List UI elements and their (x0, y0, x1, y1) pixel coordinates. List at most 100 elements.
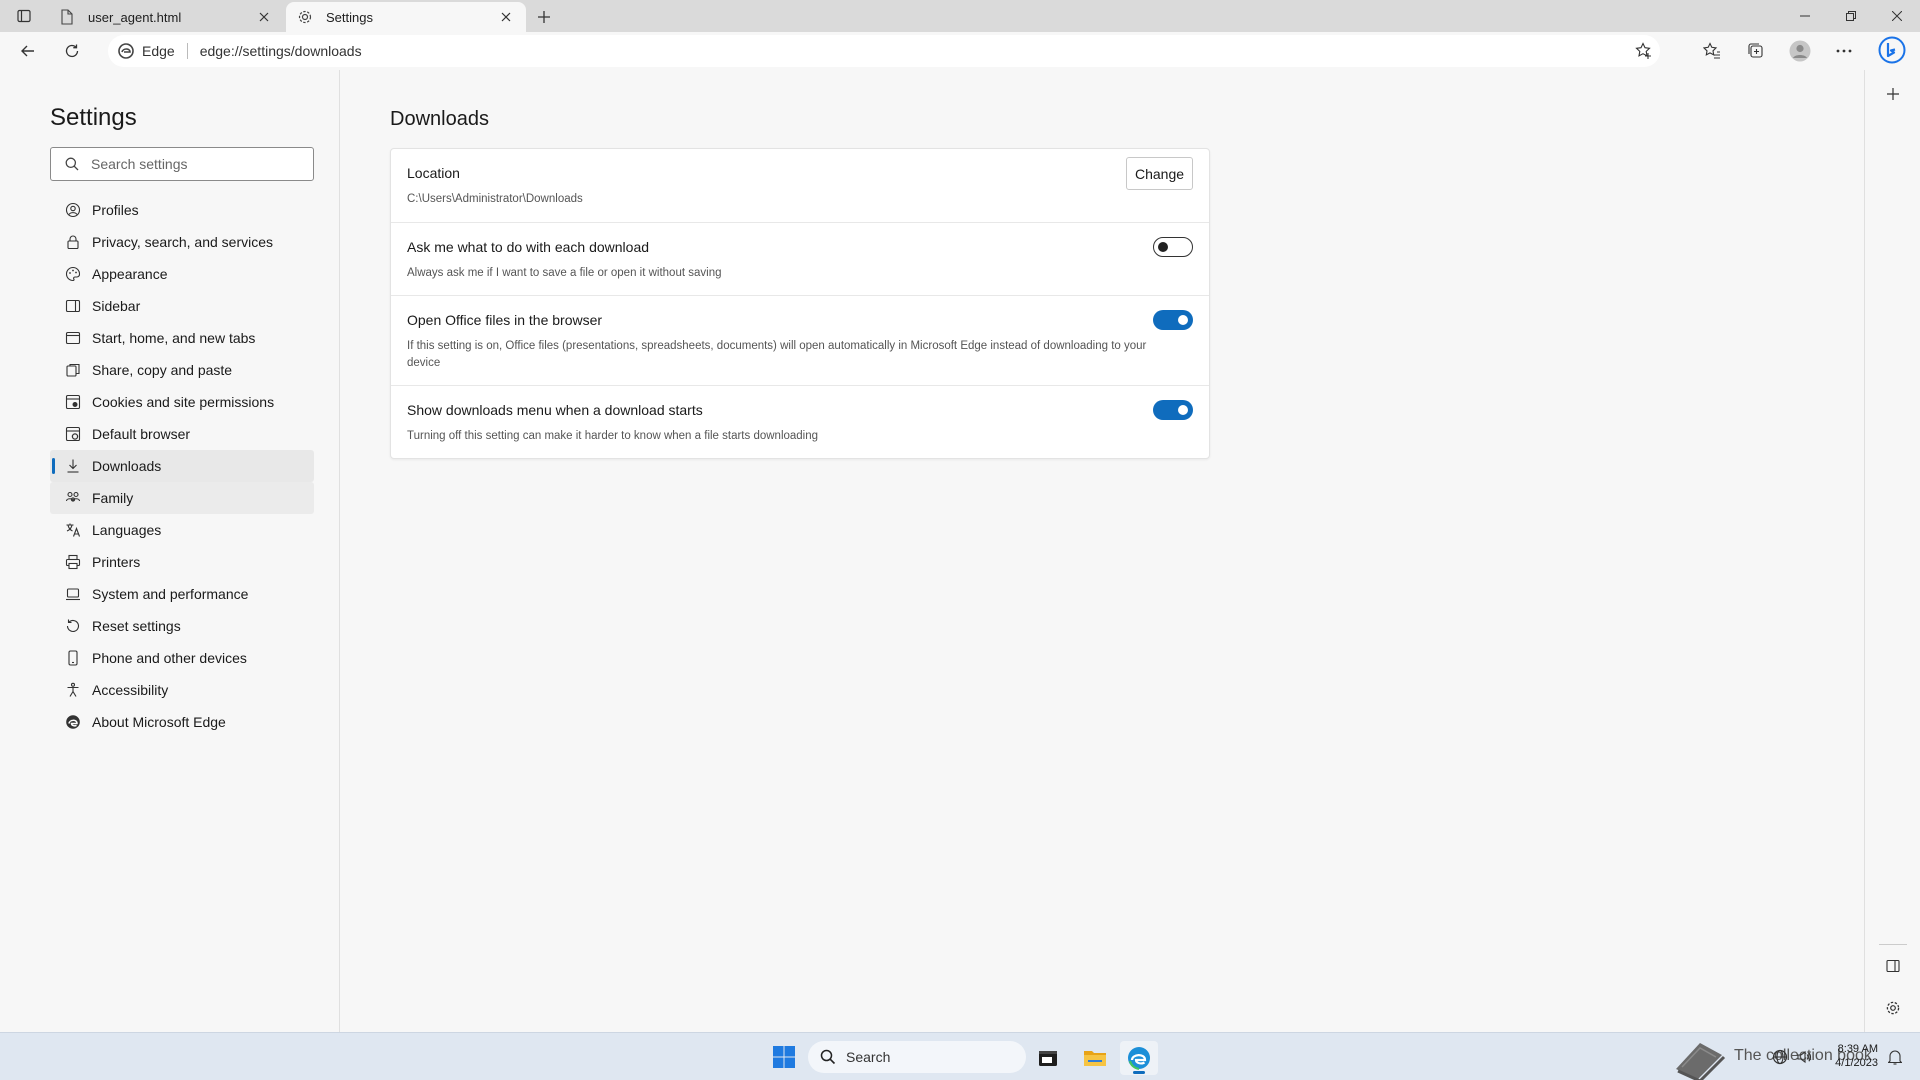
sidebar-item-share[interactable]: Share, copy and paste (50, 354, 314, 386)
site-info-chip[interactable]: Edge (118, 43, 175, 59)
hide-sidebar-button[interactable] (1877, 950, 1909, 982)
close-window-button[interactable] (1874, 0, 1920, 32)
start-button[interactable] (768, 1041, 800, 1073)
windows-taskbar: Search The collection book 8:39 AM 4/1/2… (0, 1032, 1920, 1080)
browser-toolbar: Edge edge://settings/downloads (0, 32, 1920, 70)
bing-chat-button[interactable] (1876, 34, 1908, 66)
sidebar-item-label: Share, copy and paste (92, 362, 233, 378)
home-tabs-icon (64, 329, 82, 347)
restore-button[interactable] (1828, 0, 1874, 32)
notification-bell-icon[interactable] (1888, 1049, 1902, 1065)
office-files-toggle[interactable] (1153, 310, 1193, 330)
favorites-button[interactable] (1690, 35, 1734, 67)
phone-icon (64, 649, 82, 667)
location-setting: Location C:\Users\Administrator\Download… (391, 149, 1209, 223)
ask-download-title: Ask me what to do with each download (407, 239, 650, 255)
lock-icon (64, 233, 82, 251)
search-settings-input[interactable] (91, 156, 291, 172)
sidebar-item-cookies[interactable]: Cookies and site permissions (50, 386, 314, 418)
collections-button[interactable] (1734, 35, 1778, 67)
minimize-button[interactable] (1782, 0, 1828, 32)
favorites-icon (1703, 42, 1720, 59)
system-tray: The collection book 8:39 AM 4/1/2023 (1660, 1033, 1920, 1080)
tab-user-agent[interactable]: user_agent.html (48, 2, 284, 32)
refresh-button[interactable] (56, 35, 88, 67)
downloads-menu-toggle[interactable] (1153, 400, 1193, 420)
search-icon (65, 157, 79, 171)
sidebar-item-start-home[interactable]: Start, home, and new tabs (50, 322, 314, 354)
close-icon (501, 12, 511, 22)
add-favorite-button[interactable] (1628, 35, 1660, 67)
book-watermark-icon (1676, 1043, 1726, 1080)
profile-button[interactable] (1778, 35, 1822, 67)
sidebar-item-label: Privacy, search, and services (92, 234, 274, 250)
sidebar-item-accessibility[interactable]: Accessibility (50, 674, 314, 706)
sidebar-item-label: Printers (92, 554, 141, 570)
url-text[interactable]: edge://settings/downloads (200, 43, 1628, 59)
gear-icon (296, 8, 314, 26)
sidebar-item-about[interactable]: About Microsoft Edge (50, 706, 314, 738)
sidebar-item-label: About Microsoft Edge (92, 714, 226, 730)
location-title: Location (407, 165, 460, 181)
downloads-menu-title: Show downloads menu when a download star… (407, 402, 703, 418)
sidebar-item-appearance[interactable]: Appearance (50, 258, 314, 290)
taskbar-search-label: Search (846, 1049, 891, 1065)
back-button[interactable] (12, 35, 44, 67)
folder-icon (1084, 1051, 1106, 1066)
office-files-setting: Open Office files in the browser If this… (391, 296, 1209, 386)
office-files-title: Open Office files in the browser (407, 312, 603, 328)
ask-download-setting: Ask me what to do with each download Alw… (391, 223, 1209, 296)
taskbar-clock[interactable]: 8:39 AM 4/1/2023 (1822, 1042, 1878, 1070)
address-bar[interactable]: Edge edge://settings/downloads (108, 35, 1660, 67)
settings-sidebar: Settings Profiles Privacy, search, and s… (0, 70, 340, 1032)
sidebar-item-label: Reset settings (92, 618, 181, 634)
settings-page: Settings Profiles Privacy, search, and s… (0, 70, 1864, 1032)
sidebar-item-printers[interactable]: Printers (50, 546, 314, 578)
minimize-icon (1800, 15, 1810, 17)
sidebar-item-system[interactable]: System and performance (50, 578, 314, 610)
taskbar-file-explorer[interactable] (1076, 1041, 1114, 1075)
sidebar-item-sidebar[interactable]: Sidebar (50, 290, 314, 322)
plus-icon (1887, 88, 1899, 100)
sidebar-item-downloads[interactable]: Downloads (50, 450, 314, 482)
site-chip-label: Edge (142, 43, 175, 59)
sidebar-item-family[interactable]: Family (50, 482, 314, 514)
sidebar-item-label: Appearance (92, 266, 168, 282)
cookies-icon (64, 393, 82, 411)
edge-icon (64, 713, 82, 731)
window-controls (1782, 0, 1920, 32)
refresh-icon (65, 44, 79, 58)
ask-download-toggle[interactable] (1153, 237, 1193, 257)
tab-close-button[interactable] (496, 7, 516, 27)
taskbar-edge[interactable] (1120, 1041, 1158, 1075)
taskbar-search[interactable]: Search (808, 1041, 1026, 1073)
file-icon (58, 8, 76, 26)
sidebar-item-profiles[interactable]: Profiles (50, 194, 314, 226)
more-menu-button[interactable] (1822, 35, 1866, 67)
sidebar-item-reset[interactable]: Reset settings (50, 610, 314, 642)
tab-settings[interactable]: Settings (286, 2, 526, 32)
sidebar-add-button[interactable] (1877, 78, 1909, 110)
volume-icon[interactable] (1796, 1049, 1812, 1065)
close-icon (1892, 11, 1902, 21)
sidebar-item-privacy[interactable]: Privacy, search, and services (50, 226, 314, 258)
taskbar-terminal[interactable] (1029, 1041, 1067, 1075)
network-icon[interactable] (1772, 1049, 1788, 1065)
change-location-button[interactable]: Change (1126, 157, 1193, 190)
profile-icon (64, 201, 82, 219)
sidebar-item-label: Accessibility (92, 682, 169, 698)
new-tab-button[interactable] (532, 5, 556, 29)
sidebar-item-default-browser[interactable]: Default browser (50, 418, 314, 450)
download-icon (64, 457, 82, 475)
sidebar-item-label: Phone and other devices (92, 650, 247, 666)
sidebar-item-languages[interactable]: Languages (50, 514, 314, 546)
plus-icon (538, 11, 550, 23)
tab-close-button[interactable] (254, 7, 274, 27)
edge-sidebar (1864, 70, 1920, 1032)
search-settings-box[interactable] (50, 147, 314, 181)
tab-bar: user_agent.html Settings (0, 0, 1920, 32)
languages-icon (64, 521, 82, 539)
sidebar-item-phone[interactable]: Phone and other devices (50, 642, 314, 674)
tab-actions-button[interactable] (8, 4, 40, 28)
sidebar-settings-button[interactable] (1877, 992, 1909, 1024)
